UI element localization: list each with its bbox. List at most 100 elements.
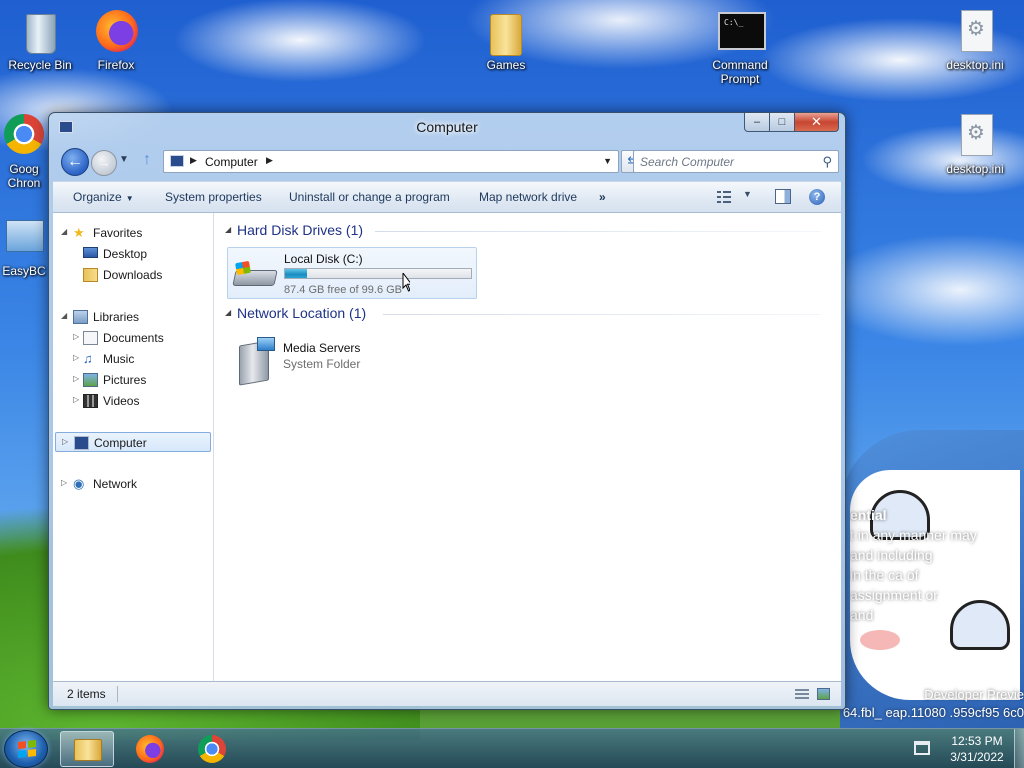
recent-pages-chevron-down-icon[interactable]: ▼ <box>119 154 129 165</box>
expand-chevron-icon[interactable]: ▷ <box>73 395 79 404</box>
nav-item-pictures[interactable]: ▷ Pictures <box>53 370 213 390</box>
minimize-button[interactable]: – <box>744 113 770 132</box>
navigation-pane[interactable]: ◢ ★ Favorites Desktop Downloads ◢ Librar… <box>53 213 214 681</box>
explorer-window[interactable]: Computer – □ ✕ ← → ▼ ↑ ▶ Computer ▶ ▼ ⇆ … <box>48 112 846 710</box>
desktop-icon-recycle-bin[interactable]: Recycle Bin <box>2 8 78 72</box>
breadcrumb-computer[interactable]: Computer <box>205 155 258 169</box>
folder-icon <box>482 8 530 56</box>
nav-item-label: Desktop <box>103 247 148 261</box>
nav-item-libraries[interactable]: ◢ Libraries <box>53 307 213 327</box>
nav-item-videos[interactable]: ▷ Videos <box>53 391 213 411</box>
nav-item-music[interactable]: ▷ ♫ Music <box>53 349 213 369</box>
group-header-hard-disk-drives[interactable]: ◢ Hard Disk Drives (1) <box>225 221 825 241</box>
media-server-icon <box>235 337 275 386</box>
more-commands-button[interactable]: » <box>599 190 606 204</box>
expand-chevron-icon[interactable]: ◢ <box>61 311 67 320</box>
up-arrow-icon[interactable]: ↑ <box>143 151 151 169</box>
watermark-line: t in any manner may <box>850 527 977 543</box>
nav-item-favorites[interactable]: ◢ ★ Favorites <box>53 223 213 243</box>
maximize-button[interactable]: □ <box>770 113 795 132</box>
organize-button[interactable]: Organize ▼ <box>73 190 134 204</box>
taskbar-chrome[interactable] <box>186 731 240 767</box>
breadcrumb-chevron-right-icon[interactable]: ▶ <box>190 155 197 166</box>
expand-chevron-icon[interactable]: ▷ <box>73 374 79 383</box>
star-icon: ★ <box>73 225 85 240</box>
watermark-line: and <box>850 607 874 623</box>
taskbar-windows-explorer[interactable] <box>60 731 114 767</box>
computer-icon <box>170 155 184 167</box>
local-disk-tile[interactable]: Local Disk (C:) 87.4 GB free of 99.6 GB <box>227 247 477 299</box>
desktop-icon-games[interactable]: Games <box>468 8 544 72</box>
address-bar[interactable]: ▶ Computer ▶ ▼ <box>163 150 619 173</box>
forward-arrow-icon[interactable]: → <box>91 150 117 176</box>
taskbar: 12:53 PM 3/31/2022 <box>0 728 1024 768</box>
clock-date: 3/31/2022 <box>950 750 1004 764</box>
preview-pane-icon[interactable] <box>775 189 791 204</box>
nav-item-label: Favorites <box>93 226 143 240</box>
network-icon: ◉ <box>73 476 85 491</box>
nav-item-label: Pictures <box>103 373 147 387</box>
title-bar[interactable]: Computer – □ ✕ <box>49 113 845 143</box>
system-properties-button[interactable]: System properties <box>165 190 262 204</box>
help-icon[interactable]: ? <box>809 189 825 205</box>
desktop-icon-easybcd[interactable]: EasyBC <box>0 214 54 278</box>
expand-chevron-icon[interactable]: ▷ <box>73 332 79 341</box>
collapse-chevron-icon[interactable]: ◢ <box>225 308 231 317</box>
expand-chevron-icon[interactable]: ▷ <box>62 437 68 446</box>
chrome-icon <box>0 112 48 158</box>
start-button[interactable] <box>4 730 48 768</box>
nav-item-desktop[interactable]: Desktop <box>53 244 213 264</box>
address-dropdown-chevron-down-icon[interactable]: ▼ <box>603 156 612 166</box>
music-note-icon: ♫ <box>83 351 93 366</box>
drive-name: Local Disk (C:) <box>284 252 363 266</box>
hard-drive-icon <box>232 258 278 290</box>
breadcrumb-chevron-right-icon[interactable]: ▶ <box>266 155 273 166</box>
system-clock[interactable]: 12:53 PM 3/31/2022 <box>940 733 1014 765</box>
taskbar-firefox[interactable] <box>124 731 178 767</box>
watermark-line: and including <box>850 547 933 563</box>
collapse-chevron-icon[interactable]: ◢ <box>225 225 231 234</box>
recycle-bin-icon <box>16 8 64 54</box>
change-view-button[interactable]: ▼ <box>717 189 757 207</box>
group-header-network-location[interactable]: ◢ Network Location (1) <box>225 304 825 324</box>
desktop-icon-command-prompt[interactable]: Command Prompt <box>702 8 778 86</box>
expand-chevron-icon[interactable]: ◢ <box>61 227 67 236</box>
desktop-icon-desktop-ini[interactable]: desktop.ini <box>937 8 1013 72</box>
show-desktop-button[interactable] <box>1014 729 1024 768</box>
back-arrow-icon[interactable]: ← <box>61 148 89 176</box>
search-input[interactable] <box>640 154 810 170</box>
status-divider <box>117 686 118 702</box>
group-header-label: Hard Disk Drives (1) <box>237 222 364 238</box>
clock-time: 12:53 PM <box>951 734 1003 748</box>
details-view-icon[interactable] <box>795 689 809 700</box>
desktop-icon-desktop-ini[interactable]: desktop.ini <box>937 112 1013 176</box>
desktop-icon-firefox[interactable]: Firefox <box>78 8 154 72</box>
nav-item-computer[interactable]: ▷ Computer <box>55 432 211 452</box>
nav-item-documents[interactable]: ▷ Documents <box>53 328 213 348</box>
easybcd-icon <box>0 214 48 260</box>
nav-item-downloads[interactable]: Downloads <box>53 265 213 285</box>
map-network-drive-button[interactable]: Map network drive <box>479 190 577 204</box>
expand-chevron-icon[interactable]: ▷ <box>73 353 79 362</box>
desktop-icon-label: Firefox <box>97 58 135 72</box>
nav-item-network[interactable]: ▷ ◉ Network <box>53 474 213 494</box>
group-divider <box>383 314 821 315</box>
close-button[interactable]: ✕ <box>795 113 839 132</box>
desktop-icon-label: Command Prompt <box>712 58 768 86</box>
uninstall-program-button[interactable]: Uninstall or change a program <box>289 190 450 204</box>
windows-logo-icon <box>18 740 36 759</box>
expand-chevron-icon[interactable]: ▷ <box>61 478 67 487</box>
large-icons-view-icon[interactable] <box>817 688 830 700</box>
pictures-icon <box>83 373 98 387</box>
search-icon[interactable]: ⚲ <box>822 154 832 170</box>
items-view[interactable]: ◢ Hard Disk Drives (1) Local Disk (C:) 8… <box>215 213 841 681</box>
media-servers-tile[interactable]: Media Servers System Folder <box>227 333 477 386</box>
network-tray-icon[interactable] <box>914 741 930 755</box>
desktop-icon-google-chrome[interactable]: Goog Chron <box>0 112 54 190</box>
desktop-icon <box>83 247 98 258</box>
downloads-folder-icon <box>83 268 98 282</box>
chevron-down-icon: ▼ <box>125 194 134 203</box>
nav-item-label: Music <box>103 352 135 366</box>
documents-icon <box>83 331 98 345</box>
search-box[interactable]: ⚲ <box>633 150 839 173</box>
